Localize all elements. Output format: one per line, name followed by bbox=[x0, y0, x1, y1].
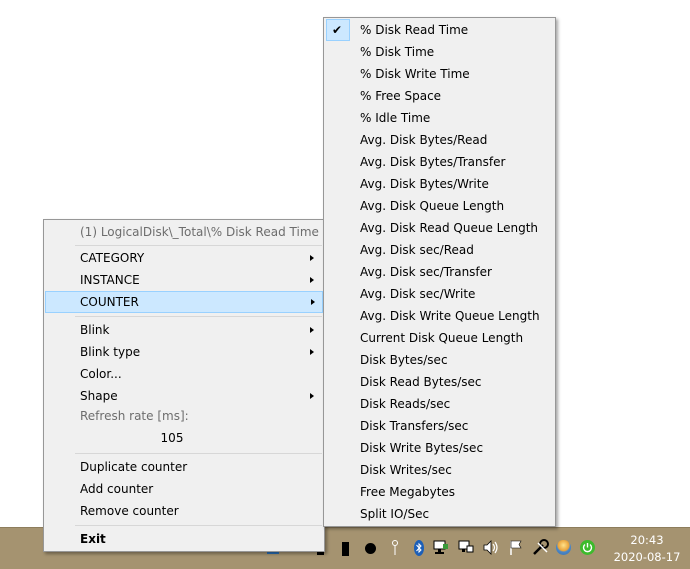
menu-item-label: Blink type bbox=[80, 345, 141, 359]
counter-option[interactable]: Avg. Disk Bytes/Transfer bbox=[326, 151, 553, 173]
counter-option-label: % Free Space bbox=[360, 89, 442, 103]
counter-option-label: Disk Write Bytes/sec bbox=[360, 441, 484, 455]
counter-option-label: Disk Read Bytes/sec bbox=[360, 375, 482, 389]
menu-item-label: Duplicate counter bbox=[80, 460, 188, 474]
counter-option-label: Disk Reads/sec bbox=[360, 397, 451, 411]
orb-icon[interactable] bbox=[556, 540, 571, 555]
counter-option[interactable]: Disk Write Bytes/sec bbox=[326, 437, 553, 459]
counter-option-label: % Idle Time bbox=[360, 111, 431, 125]
menu-item-label: Shape bbox=[80, 389, 118, 403]
counter-option-label: Avg. Disk sec/Write bbox=[360, 287, 476, 301]
submenu-arrow-icon bbox=[310, 255, 314, 261]
counter-option-label: % Disk Read Time bbox=[360, 23, 469, 37]
counter-option-label: Avg. Disk Write Queue Length bbox=[360, 309, 540, 323]
menu-header-label: (1) LogicalDisk\_Total\% Disk Read Time bbox=[80, 225, 319, 239]
counter-option-label: Avg. Disk sec/Read bbox=[360, 243, 474, 257]
submenu-arrow-icon bbox=[310, 393, 314, 399]
menu-item-label: Color... bbox=[80, 367, 122, 381]
submenu-arrow-icon bbox=[311, 299, 315, 305]
menu-item-category[interactable]: CATEGORY bbox=[46, 247, 322, 269]
menu-separator bbox=[75, 316, 322, 317]
tools-icon[interactable] bbox=[532, 539, 549, 556]
counter-option[interactable]: Avg. Disk Bytes/Write bbox=[326, 173, 553, 195]
counter-option[interactable]: Avg. Disk Bytes/Read bbox=[326, 129, 553, 151]
menu-item-label: CATEGORY bbox=[80, 251, 145, 265]
counter-option-label: Avg. Disk Read Queue Length bbox=[360, 221, 539, 235]
system-clock[interactable]: 20:43 2020-08-17 bbox=[610, 532, 684, 566]
counter-option[interactable]: Split IO/Sec bbox=[326, 503, 553, 525]
counter-option-label: Avg. Disk Bytes/Read bbox=[360, 133, 488, 147]
counter-option-label: Disk Transfers/sec bbox=[360, 419, 469, 433]
counter-option[interactable]: Avg. Disk Read Queue Length bbox=[326, 217, 553, 239]
pin-icon[interactable] bbox=[392, 540, 398, 556]
counter-option[interactable]: Avg. Disk sec/Write bbox=[326, 283, 553, 305]
counter-option[interactable]: Avg. Disk Queue Length bbox=[326, 195, 553, 217]
menu-separator bbox=[75, 245, 322, 246]
menu-item-instance[interactable]: INSTANCE bbox=[46, 269, 322, 291]
counter-option[interactable]: Current Disk Queue Length bbox=[326, 327, 553, 349]
volume-icon[interactable] bbox=[483, 540, 499, 555]
counter-option-label: Disk Writes/sec bbox=[360, 463, 452, 477]
menu-item-exit[interactable]: Exit bbox=[46, 528, 322, 550]
counter-option[interactable]: Avg. Disk sec/Transfer bbox=[326, 261, 553, 283]
counter-option-label: Avg. Disk Bytes/Write bbox=[360, 177, 489, 191]
counter-option-label: Split IO/Sec bbox=[360, 507, 430, 521]
menu-item-label: Add counter bbox=[80, 482, 154, 496]
menu-header-counter-path: (1) LogicalDisk\_Total\% Disk Read Time bbox=[46, 221, 322, 243]
counter-option-label: Avg. Disk sec/Transfer bbox=[360, 265, 492, 279]
refresh-rate-value[interactable]: 105 bbox=[157, 431, 187, 445]
counter-option-label: Disk Bytes/sec bbox=[360, 353, 448, 367]
counter-submenu: ✔ % Disk Read Time% Disk Time% Disk Writ… bbox=[323, 17, 556, 527]
counter-option-label: Free Megabytes bbox=[360, 485, 456, 499]
power-icon[interactable] bbox=[580, 540, 595, 555]
counter-option-label: % Disk Time bbox=[360, 45, 435, 59]
menu-separator bbox=[75, 453, 322, 454]
counter-option-label: Avg. Disk Bytes/Transfer bbox=[360, 155, 506, 169]
menu-item-label: Blink bbox=[80, 323, 110, 337]
menu-item-duplicate-counter[interactable]: Duplicate counter bbox=[46, 456, 322, 478]
submenu-arrow-icon bbox=[310, 327, 314, 333]
counter-option[interactable]: Disk Read Bytes/sec bbox=[326, 371, 553, 393]
menu-separator bbox=[75, 525, 322, 526]
counter-option-label: Avg. Disk Queue Length bbox=[360, 199, 505, 213]
submenu-arrow-icon bbox=[310, 277, 314, 283]
menu-item-label: Remove counter bbox=[80, 504, 179, 518]
menu-item-shape[interactable]: Shape bbox=[46, 385, 322, 407]
menu-item-remove-counter[interactable]: Remove counter bbox=[46, 500, 322, 522]
counter-option[interactable]: Disk Writes/sec bbox=[326, 459, 553, 481]
black-circle-icon[interactable] bbox=[365, 543, 376, 554]
counter-option[interactable]: % Disk Time bbox=[326, 41, 553, 63]
network-icon[interactable] bbox=[433, 540, 449, 555]
menu-item-label: COUNTER bbox=[80, 295, 139, 309]
black-rect-icon[interactable] bbox=[342, 542, 349, 556]
counter-option[interactable]: Disk Bytes/sec bbox=[326, 349, 553, 371]
counter-option[interactable]: % Disk Read Time bbox=[326, 19, 553, 41]
counter-option-label: Current Disk Queue Length bbox=[360, 331, 524, 345]
network-icon[interactable] bbox=[458, 540, 474, 555]
context-menu: (1) LogicalDisk\_Total\% Disk Read Time … bbox=[43, 219, 325, 552]
clock-time: 20:43 bbox=[630, 533, 664, 547]
bluetooth-icon[interactable] bbox=[414, 540, 424, 556]
menu-item-color[interactable]: Color... bbox=[46, 363, 322, 385]
counter-option[interactable]: % Free Space bbox=[326, 85, 553, 107]
menu-item-blink[interactable]: Blink bbox=[46, 319, 322, 341]
submenu-arrow-icon bbox=[310, 349, 314, 355]
counter-option[interactable]: Avg. Disk sec/Read bbox=[326, 239, 553, 261]
refresh-rate-label: Refresh rate [ms]: bbox=[46, 405, 322, 427]
menu-item-label: Exit bbox=[80, 532, 106, 546]
menu-item-blink-type[interactable]: Blink type bbox=[46, 341, 322, 363]
counter-option[interactable]: % Disk Write Time bbox=[326, 63, 553, 85]
counter-option[interactable]: Disk Transfers/sec bbox=[326, 415, 553, 437]
counter-option-label: % Disk Write Time bbox=[360, 67, 470, 81]
counter-option[interactable]: Free Megabytes bbox=[326, 481, 553, 503]
menu-item-label: Refresh rate [ms]: bbox=[80, 409, 189, 423]
flag-icon[interactable] bbox=[509, 540, 523, 555]
counter-option[interactable]: Avg. Disk Write Queue Length bbox=[326, 305, 553, 327]
menu-item-counter[interactable]: COUNTER bbox=[45, 291, 323, 313]
menu-item-add-counter[interactable]: Add counter bbox=[46, 478, 322, 500]
counter-option[interactable]: Disk Reads/sec bbox=[326, 393, 553, 415]
clock-date: 2020-08-17 bbox=[613, 550, 681, 564]
counter-option[interactable]: % Idle Time bbox=[326, 107, 553, 129]
menu-item-label: INSTANCE bbox=[80, 273, 140, 287]
